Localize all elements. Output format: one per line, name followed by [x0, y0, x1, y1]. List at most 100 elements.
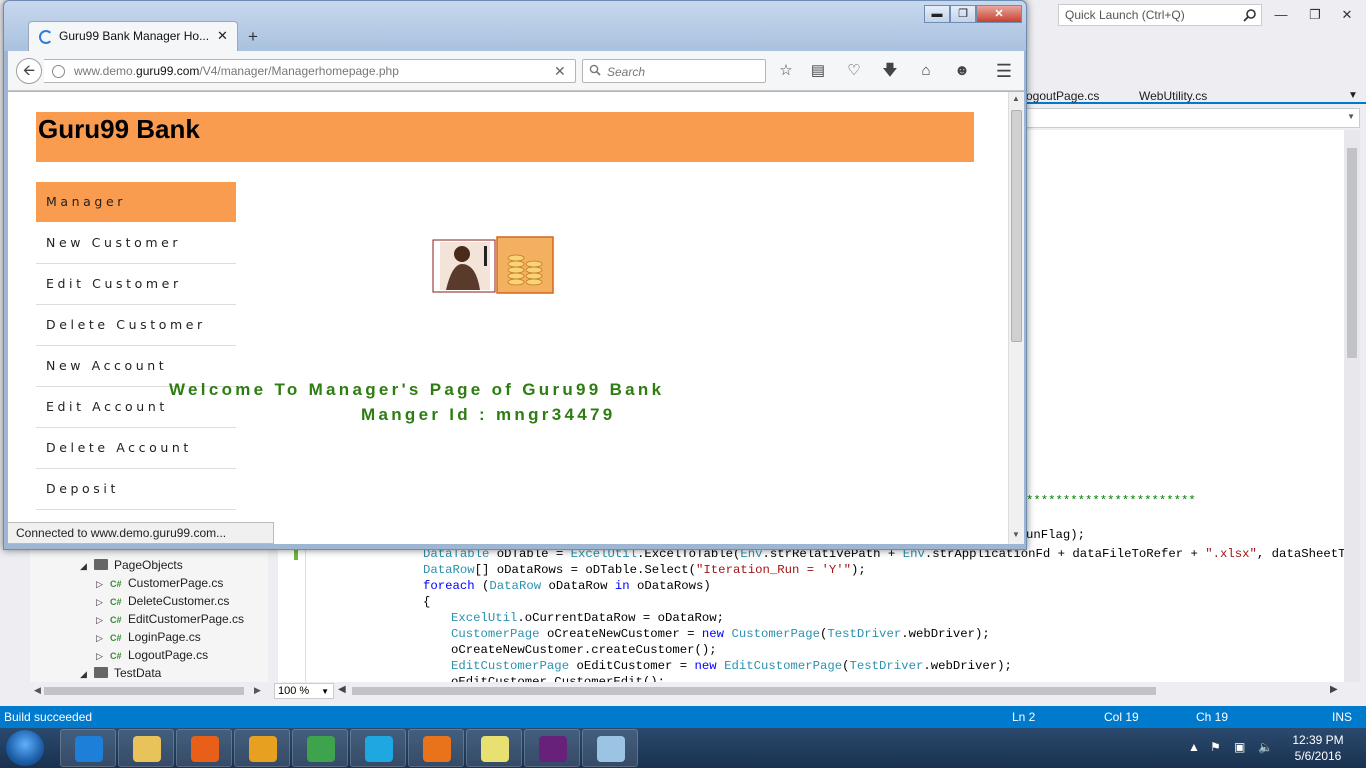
tree-file[interactable]: ▷ C# EditCustomerPage.cs	[96, 610, 244, 628]
scroll-down-icon[interactable]: ▼	[1012, 530, 1020, 539]
csharp-file-icon: C#	[110, 597, 122, 607]
taskbar-visual-studio[interactable]	[524, 729, 580, 767]
taskbar-media-player[interactable]	[176, 729, 232, 767]
tab-webutility[interactable]: WebUtility.cs	[1139, 88, 1207, 104]
expand-arrow-icon[interactable]: ▷	[96, 611, 110, 629]
expand-arrow-icon[interactable]: ◢	[80, 665, 94, 683]
minimize-button[interactable]: ▬	[924, 5, 950, 23]
outlook-icon	[249, 736, 277, 762]
tab-logoutpage[interactable]: ogoutPage.cs	[1026, 88, 1099, 104]
tab-dropdown-icon[interactable]: ▼	[1348, 88, 1358, 104]
menu-item-manager[interactable]: Manager	[36, 182, 236, 222]
chevron-down-icon[interactable]: ▼	[1347, 112, 1355, 121]
flag-icon[interactable]: ⚑	[1210, 740, 1221, 754]
scroll-thumb[interactable]	[352, 687, 1156, 695]
scroll-thumb[interactable]	[1011, 110, 1022, 342]
expand-arrow-icon[interactable]: ▷	[96, 575, 110, 593]
firefox-window: Guru99 Bank Manager Ho... ✕ + ▬ ❐ ✕ www.…	[3, 0, 1027, 550]
sticky-notes-icon	[481, 736, 509, 762]
tree-item-label: CustomerPage.cs	[128, 576, 224, 590]
tree-folder[interactable]: ◢ TestData	[80, 664, 161, 682]
bookmark-star-icon[interactable]: ☆	[776, 61, 796, 81]
expand-arrow-icon[interactable]: ◢	[80, 557, 94, 575]
zoom-select[interactable]: 100 % ▼	[274, 683, 334, 699]
show-hidden-icons[interactable]: ▲	[1188, 740, 1200, 754]
editor-vertical-scrollbar[interactable]	[1344, 130, 1360, 682]
close-tab-icon[interactable]: ✕	[217, 28, 228, 44]
menu-hamburger-icon[interactable]: ☰	[994, 61, 1014, 81]
solution-horizontal-scrollbar[interactable]: ◀ ▶	[30, 682, 268, 700]
code-line: DataRow[] oDataRows = oDTable.Select("It…	[423, 563, 866, 577]
back-button[interactable]: 🡨	[16, 58, 42, 84]
scroll-left-icon[interactable]: ◀	[338, 684, 346, 695]
new-tab-icon[interactable]: +	[248, 27, 258, 47]
taskbar-sticky-notes[interactable]	[466, 729, 522, 767]
close-button[interactable]: ✕	[976, 5, 1022, 23]
visual-studio-icon	[539, 736, 567, 762]
taskbar-firefox[interactable]	[408, 729, 464, 767]
home-icon[interactable]: ⌂	[916, 61, 936, 81]
tree-file[interactable]: ▷ C# LoginPage.cs	[96, 628, 201, 646]
volume-icon[interactable]: 🔈	[1258, 740, 1273, 754]
page-vertical-scrollbar[interactable]: ▲ ▼	[1008, 92, 1024, 544]
tree-file[interactable]: ▷ C# CustomerPage.cs	[96, 574, 223, 592]
csharp-file-icon: C#	[110, 579, 122, 589]
pocket-icon[interactable]: ♡	[844, 61, 864, 81]
expand-arrow-icon[interactable]: ▷	[96, 629, 110, 647]
taskbar-skype[interactable]	[350, 729, 406, 767]
code-line: oCreateNewCustomer.createCustomer();	[451, 643, 717, 657]
globe-icon	[52, 65, 65, 78]
document-tabs: ogoutPage.cs WebUtility.cs ▼	[1026, 88, 1366, 104]
tree-folder[interactable]: ◢ PageObjects	[80, 556, 183, 574]
system-clock[interactable]: 12:39 PM 5/6/2016	[1286, 732, 1350, 764]
tree-file[interactable]: ▷ C# LogoutPage.cs	[96, 646, 208, 664]
code-editor[interactable]: DataTable oDTable = ExcelUtil.ExcelToTab…	[306, 546, 1344, 682]
hello-chat-icon[interactable]: ☻	[952, 61, 972, 81]
search-input[interactable]: Search	[582, 59, 766, 83]
chrome-icon	[307, 736, 335, 762]
taskbar-outlook[interactable]	[234, 729, 290, 767]
network-icon[interactable]: ▣	[1234, 740, 1245, 754]
browser-tab[interactable]: Guru99 Bank Manager Ho... ✕	[28, 21, 238, 51]
url-bar[interactable]: www.demo.guru99.com/V4/manager/Managerho…	[44, 59, 576, 83]
vs-maximize-button[interactable]: ❐	[1304, 6, 1326, 24]
navigation-bar[interactable]: ▼	[1026, 108, 1360, 128]
scroll-right-icon[interactable]: ▶	[254, 685, 261, 696]
menu-item-delete-customer[interactable]: Delete Customer	[36, 305, 236, 345]
taskbar-ie[interactable]	[60, 729, 116, 767]
bookmarks-list-icon[interactable]: ▤	[808, 61, 828, 81]
scroll-up-icon[interactable]: ▲	[1012, 94, 1020, 103]
search-icon	[589, 64, 601, 76]
folder-icon	[94, 559, 108, 570]
chevron-down-icon: ▼	[321, 687, 329, 696]
quick-launch-input[interactable]: Quick Launch (Ctrl+Q)	[1058, 4, 1262, 26]
download-icon[interactable]: 🡇	[880, 61, 900, 81]
vs-close-button[interactable]: ✕	[1336, 6, 1358, 24]
build-status: Build succeeded	[4, 710, 93, 724]
expand-arrow-icon[interactable]: ▷	[96, 593, 110, 611]
maximize-button[interactable]: ❐	[950, 5, 976, 23]
taskbar-explorer[interactable]	[118, 729, 174, 767]
tree-file[interactable]: ▷ C# DeleteCustomer.cs	[96, 592, 229, 610]
scroll-left-icon[interactable]: ◀	[34, 685, 41, 696]
menu-item-delete-account[interactable]: Delete Account	[36, 428, 236, 468]
scroll-thumb[interactable]	[44, 687, 244, 695]
editor-horizontal-scrollbar[interactable]: ◀ ▶	[278, 682, 1344, 700]
clear-url-icon[interactable]: ✕	[554, 63, 566, 80]
scroll-right-icon[interactable]: ▶	[1330, 684, 1338, 695]
menu-item-new-customer[interactable]: New Customer	[36, 223, 236, 263]
menu-item-edit-customer[interactable]: Edit Customer	[36, 264, 236, 304]
taskbar-notepad[interactable]	[582, 729, 638, 767]
vs-minimize-button[interactable]: —	[1270, 6, 1292, 24]
expand-arrow-icon[interactable]: ▷	[96, 647, 110, 665]
menu-item-deposit[interactable]: Deposit	[36, 469, 236, 509]
scroll-thumb[interactable]	[1347, 148, 1357, 358]
column-number: Col 19	[1104, 710, 1139, 724]
tree-item-label: LoginPage.cs	[128, 630, 201, 644]
navigation-toolbar: www.demo.guru99.com/V4/manager/Managerho…	[8, 51, 1024, 91]
taskbar-chrome[interactable]	[292, 729, 348, 767]
url-text: www.demo.guru99.com/V4/manager/Managerho…	[74, 64, 399, 78]
code-line: EditCustomerPage oEditCustomer = new Edi…	[451, 659, 1012, 673]
folder-icon	[94, 667, 108, 678]
start-button[interactable]	[6, 730, 44, 766]
